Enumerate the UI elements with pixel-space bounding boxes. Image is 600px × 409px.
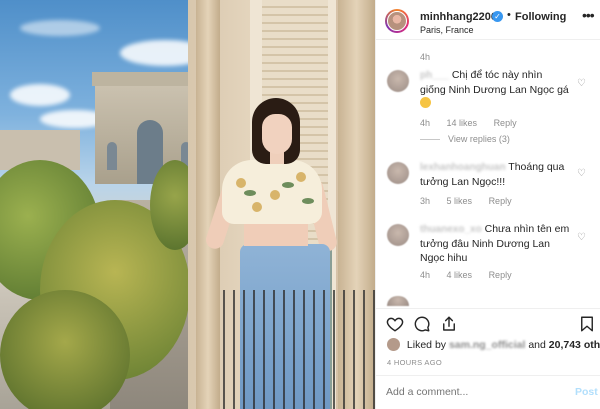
post-timestamp[interactable]: 4 HOURS AGO (387, 358, 442, 367)
likes-summary: Liked by sam.ng_official and 20,743 othe… (387, 338, 600, 351)
commenter-username[interactable]: lexhanhoanghuan (420, 162, 506, 173)
comment-likes[interactable]: 14 likes (447, 118, 478, 128)
commenter-username[interactable]: thuanexo_xo (420, 224, 482, 235)
add-comment-input[interactable] (386, 386, 546, 398)
comment-time[interactable]: 3h (420, 196, 430, 206)
post-photo[interactable] (0, 0, 375, 409)
view-replies-button[interactable]: View replies (3) (420, 134, 510, 144)
cloud (10, 84, 70, 106)
liker-avatar[interactable] (387, 338, 400, 351)
header-separator: • (507, 9, 511, 21)
reply-button[interactable]: Reply (494, 118, 517, 128)
commenter-username[interactable]: ph___ (420, 70, 449, 81)
comment-meta: 4h 4 likes Reply (420, 270, 526, 280)
verified-check-icon: ✓ (492, 11, 503, 22)
comment-time[interactable]: 4h (420, 270, 430, 280)
commenter-avatar[interactable] (387, 162, 409, 184)
commenter-avatar[interactable] (387, 224, 409, 246)
commenter-avatar[interactable] (387, 70, 409, 92)
comment-likes[interactable]: 5 likes (447, 196, 473, 206)
comment-icon[interactable] (413, 315, 431, 333)
person-floral-top (222, 160, 322, 224)
comment-body: thuanexo_xo Chưa nhìn tên em tưởng đâu N… (420, 222, 570, 265)
avatar[interactable] (387, 11, 407, 31)
post-header: minhhang2206 ✓ • Following Paris, France… (376, 0, 600, 40)
reply-button[interactable]: Reply (489, 270, 512, 280)
person-waist (244, 224, 308, 246)
more-options-icon[interactable]: ••• (582, 7, 595, 23)
bookmark-icon[interactable] (578, 315, 596, 333)
comment-body: ph___ Chị để tóc này nhìn giống Ninh Dươ… (420, 68, 570, 111)
liked-by-prefix: Liked by (406, 339, 447, 351)
heart-icon[interactable] (386, 315, 404, 333)
caption-time[interactable]: 4h (420, 52, 430, 62)
balcony-railing (215, 290, 375, 409)
comment-time[interactable]: 4h (420, 118, 430, 128)
comment-like-heart-icon[interactable]: ♡ (577, 78, 586, 89)
likes-count-others[interactable]: 20,743 others (549, 339, 600, 351)
comment-like-heart-icon[interactable]: ♡ (577, 232, 586, 243)
comment-likes[interactable]: 4 likes (447, 270, 473, 280)
person-face (262, 114, 292, 154)
view-replies-label: View replies (3) (448, 134, 510, 144)
post-location[interactable]: Paris, France (420, 25, 474, 35)
author-username[interactable]: minhhang2206 (420, 11, 497, 23)
commenter-avatar[interactable] (387, 296, 409, 306)
comment-like-heart-icon[interactable]: ♡ (577, 168, 586, 179)
comment-meta: 4h 14 likes Reply (420, 118, 531, 128)
share-icon[interactable] (440, 315, 458, 333)
post-comment-button[interactable]: Post (575, 386, 598, 398)
following-button[interactable]: Following (515, 11, 566, 23)
add-comment-bar: Post (376, 375, 600, 409)
liker-username[interactable]: sam.ng_official (449, 339, 525, 351)
smiling-emoji-icon (420, 97, 431, 108)
post-sidebar: minhhang2206 ✓ • Following Paris, France… (375, 0, 600, 409)
action-bar (376, 308, 600, 336)
cloud (20, 20, 100, 36)
liked-by-conjunction: and (528, 339, 546, 351)
reply-button[interactable]: Reply (489, 196, 512, 206)
comment-body: lexhanhoanghuan Thoáng qua tưởng Lan Ngọ… (420, 160, 570, 189)
comment-meta: 3h 5 likes Reply (420, 196, 526, 206)
tree (0, 290, 130, 409)
